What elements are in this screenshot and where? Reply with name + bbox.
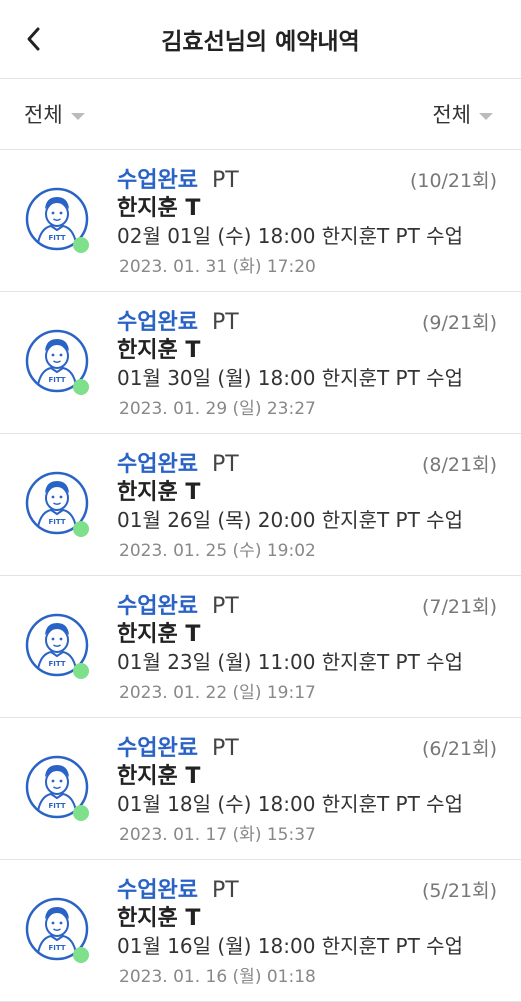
caret-down-icon [479,112,493,120]
reservation-date: 2023. 01. 31 (화) 17:20 [119,257,316,277]
reservation-item[interactable]: FITT 수업완료 PT (6/21회) 한지훈 T 01월 18일 (수) 1… [0,718,521,860]
trainer-name: 한지훈 T [117,622,201,647]
session-count: (6/21회) [422,738,497,760]
reservation-description: 01월 16일 (월) 18:00 한지훈T PT 수업 [117,934,463,958]
session-count: (5/21회) [422,880,497,902]
session-count: (9/21회) [422,312,497,334]
app-header: 김효선님의 예약내역 [0,0,521,79]
online-status-dot [73,379,89,395]
session-type: PT [211,878,239,903]
reservation-date: 2023. 01. 29 (일) 23:27 [119,399,316,419]
session-type: PT [211,594,239,619]
online-status-dot [73,663,89,679]
svg-text:FITT: FITT [48,660,65,668]
trainer-name: 한지훈 T [117,338,201,363]
caret-down-icon [70,112,85,120]
reservation-date: 2023. 01. 16 (월) 01:18 [119,967,316,987]
reservation-item[interactable]: FITT 수업완료 PT (9/21회) 한지훈 T 01월 30일 (월) 1… [0,292,521,434]
reservation-date: 2023. 01. 22 (일) 19:17 [119,683,316,703]
online-status-dot [73,521,89,537]
session-type: PT [211,452,239,477]
reservation-description: 01월 18일 (수) 18:00 한지훈T PT 수업 [117,792,463,816]
session-type: PT [211,310,239,335]
svg-text:FITT: FITT [48,234,65,242]
online-status-dot [73,237,89,253]
filter-bar: 전체 전체 [0,79,521,150]
svg-text:FITT: FITT [48,944,65,952]
online-status-dot [73,805,89,821]
session-type: PT [211,736,239,761]
reservation-date: 2023. 01. 25 (수) 19:02 [119,541,316,561]
filter-label: 전체 [24,103,63,127]
svg-text:FITT: FITT [48,376,65,384]
page-title: 김효선님의 예약내역 [161,29,360,55]
reservation-list: FITT 수업완료 PT (10/21회) 한지훈 T 02월 01일 (수) … [0,150,521,1002]
reservation-description: 02월 01일 (수) 18:00 한지훈T PT 수업 [117,224,463,248]
reservation-description: 01월 23일 (월) 11:00 한지훈T PT 수업 [117,650,463,674]
reservation-item[interactable]: FITT 수업완료 PT (5/21회) 한지훈 T 01월 16일 (월) 1… [0,860,521,1002]
online-status-dot [73,947,89,963]
reservation-item[interactable]: FITT 수업완료 PT (10/21회) 한지훈 T 02월 01일 (수) … [0,150,521,292]
reservation-item[interactable]: FITT 수업완료 PT (8/21회) 한지훈 T 01월 26일 (목) 2… [0,434,521,576]
filter-dropdown-left[interactable]: 전체 [24,99,85,129]
trainer-name: 한지훈 T [117,480,201,505]
reservation-item[interactable]: FITT 수업완료 PT (7/21회) 한지훈 T 01월 23일 (월) 1… [0,576,521,718]
session-type: PT [211,168,239,193]
svg-text:FITT: FITT [48,518,65,526]
session-count: (8/21회) [422,454,497,476]
reservation-date: 2023. 01. 17 (화) 15:37 [119,825,316,845]
session-count: (7/21회) [422,596,497,618]
reservation-description: 01월 26일 (목) 20:00 한지훈T PT 수업 [117,508,463,532]
reservation-description: 01월 30일 (월) 18:00 한지훈T PT 수업 [117,366,463,390]
filter-dropdown-right[interactable]: 전체 [432,99,493,129]
session-count: (10/21회) [409,170,497,192]
trainer-name: 한지훈 T [117,906,201,931]
filter-label: 전체 [432,103,471,127]
trainer-name: 한지훈 T [117,764,201,789]
svg-text:FITT: FITT [48,802,65,810]
trainer-name: 한지훈 T [117,196,201,221]
